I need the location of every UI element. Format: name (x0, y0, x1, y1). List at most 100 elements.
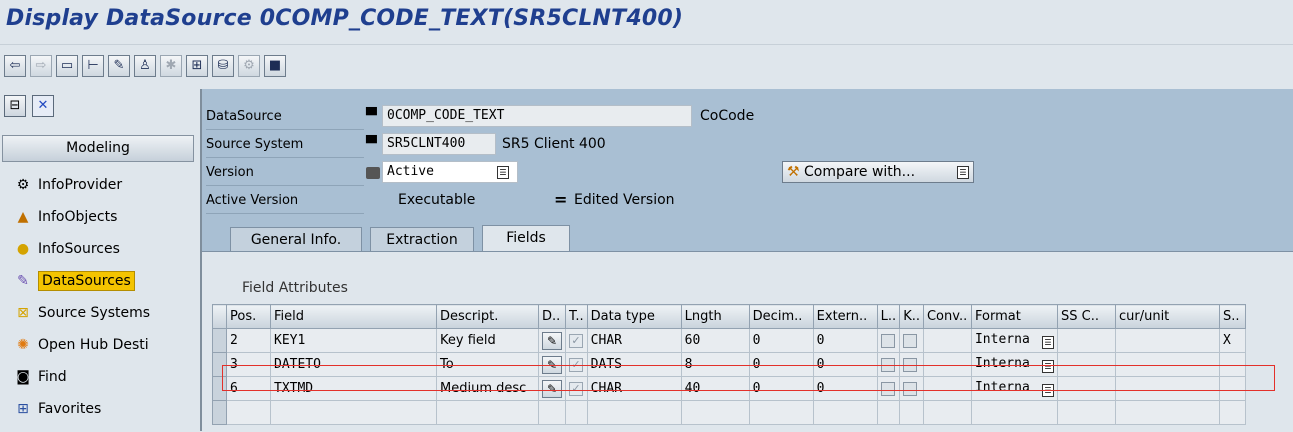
sidebar-item-infoprovider[interactable]: ⚙ InfoProvider (14, 173, 122, 197)
where-used-icon[interactable]: ✎ (108, 55, 130, 77)
datasource-field[interactable]: 0COMP_CODE_TEXT (382, 105, 692, 127)
lowercase-checkbox[interactable] (880, 357, 895, 372)
cell-format[interactable]: Interna ☰ (970, 376, 1058, 401)
settings-icon[interactable]: ⚙ (238, 55, 260, 77)
column-header-ss-c[interactable]: SS C.. (1056, 304, 1116, 329)
empty-cell[interactable] (970, 400, 1058, 425)
empty-cell[interactable] (812, 400, 878, 425)
tab-general-info[interactable]: General Info. (230, 227, 362, 251)
edit-pen-icon[interactable]: ✎ (542, 331, 562, 350)
transfer-checkbox[interactable]: ✓ (569, 333, 583, 348)
cell-cur-unit[interactable] (1114, 352, 1220, 377)
column-header-s[interactable]: S.. (1218, 304, 1246, 329)
close-icon[interactable]: ✕ (32, 95, 54, 117)
sidebar-item-favorites[interactable]: ⊞ Favorites (14, 397, 101, 421)
sidebar-item-find[interactable]: ◙ Find (14, 365, 66, 389)
activate-icon[interactable]: ♙ (134, 55, 156, 77)
format-value: Interna (974, 332, 1030, 347)
key-checkbox[interactable] (903, 357, 918, 372)
empty-cell[interactable] (565, 400, 588, 425)
sidebar-item-open-hub[interactable]: ✺ Open Hub Desti (14, 333, 149, 357)
key-checkbox[interactable] (903, 333, 918, 348)
column-header-description[interactable]: Descript. (436, 304, 539, 329)
sidebar-item-datasources[interactable]: ✎ DataSources (14, 269, 135, 293)
row-selector[interactable] (212, 328, 227, 353)
sidebar-item-infosources[interactable]: ● InfoSources (14, 237, 120, 261)
row-selector[interactable] (212, 352, 227, 377)
navigator-settings-icon[interactable]: ⊟ (4, 95, 26, 117)
cell-d: ✎ (538, 352, 566, 377)
version-select[interactable]: Active ☰ (382, 161, 518, 183)
column-header-conv[interactable]: Conv.. (922, 304, 972, 329)
cell-format[interactable]: Interna ☰ (970, 352, 1058, 377)
column-header-length[interactable]: Lngth (680, 304, 750, 329)
cell-length: 60 (680, 328, 750, 353)
cell-conv[interactable] (922, 328, 972, 353)
empty-cell[interactable] (922, 400, 972, 425)
edit-pen-icon[interactable]: ✎ (542, 379, 562, 398)
back-icon[interactable]: ⇦ (4, 55, 26, 77)
transfer-icon[interactable]: ⊞ (186, 55, 208, 77)
lowercase-checkbox[interactable] (880, 381, 895, 396)
sidebar-item-source-systems[interactable]: ⊠ Source Systems (14, 301, 150, 325)
compare-with-button[interactable]: ⚒ Compare with... ☰ (782, 161, 974, 183)
row-selector[interactable] (212, 376, 227, 401)
favorites-icon: ⊞ (17, 401, 29, 417)
row-selector[interactable] (212, 400, 227, 425)
cell-ss-c[interactable] (1056, 328, 1116, 353)
empty-cell[interactable] (748, 400, 814, 425)
column-header-decimals[interactable]: Decim.. (748, 304, 814, 329)
sidebar-item-infoobjects[interactable]: ▲ InfoObjects (14, 205, 118, 229)
transfer-checkbox[interactable]: ✓ (569, 381, 583, 396)
display-icon[interactable]: ▭ (56, 55, 78, 77)
cell-cur-unit[interactable] (1114, 376, 1220, 401)
empty-cell[interactable] (436, 400, 539, 425)
cell-ss-c[interactable] (1056, 376, 1116, 401)
column-header-t[interactable]: T.. (565, 304, 588, 329)
empty-cell[interactable] (899, 400, 924, 425)
cell-conv[interactable] (922, 376, 972, 401)
modeling-button[interactable]: Modeling (2, 135, 194, 162)
column-header-cur-unit[interactable]: cur/unit (1114, 304, 1220, 329)
empty-cell[interactable] (586, 400, 682, 425)
transfer-checkbox[interactable]: ✓ (569, 357, 583, 372)
column-header-format[interactable]: Format (970, 304, 1058, 329)
empty-cell[interactable] (876, 400, 901, 425)
cell-cur-unit[interactable] (1114, 328, 1220, 353)
column-header-pos[interactable]: Pos. (226, 304, 271, 329)
cell-conv[interactable] (922, 352, 972, 377)
lowercase-checkbox[interactable] (880, 333, 895, 348)
info-icon[interactable]: ■ (264, 55, 286, 77)
column-header-d[interactable]: D.. (538, 304, 566, 329)
tab-extraction[interactable]: Extraction (370, 227, 474, 251)
cell-data-type: CHAR (586, 328, 682, 353)
empty-cell[interactable] (270, 400, 437, 425)
empty-cell[interactable] (538, 400, 566, 425)
key-checkbox[interactable] (903, 381, 918, 396)
cell-ss-c[interactable] (1056, 352, 1116, 377)
cell-external: 0 (812, 376, 878, 401)
column-header-data-type[interactable]: Data type (586, 304, 682, 329)
forward-icon[interactable]: ⇨ (30, 55, 52, 77)
column-header-external[interactable]: Extern.. (812, 304, 878, 329)
empty-cell[interactable] (226, 400, 271, 425)
cell-field: DATETO (270, 352, 437, 377)
edit-pen-icon[interactable]: ✎ (542, 355, 562, 374)
empty-cell[interactable] (680, 400, 750, 425)
column-header-field[interactable]: Field (270, 304, 437, 329)
cell-pos: 2 (226, 328, 271, 353)
cell-t: ✓ (565, 376, 588, 401)
column-header-k[interactable]: K.. (899, 304, 924, 329)
empty-cell[interactable] (1114, 400, 1220, 425)
active-version-label: Active Version (206, 189, 364, 214)
hierarchy-icon[interactable]: ⊢ (82, 55, 104, 77)
row-selector-header[interactable] (212, 304, 227, 329)
column-header-l[interactable]: L.. (876, 304, 901, 329)
empty-cell[interactable] (1218, 400, 1246, 425)
check-icon[interactable]: ✱ (160, 55, 182, 77)
tab-fields[interactable]: Fields (482, 225, 570, 251)
database-icon[interactable]: ⛁ (212, 55, 234, 77)
cell-format[interactable]: Interna ☰ (970, 328, 1058, 353)
empty-cell[interactable] (1056, 400, 1116, 425)
source-system-field[interactable]: SR5CLNT400 (382, 133, 496, 155)
